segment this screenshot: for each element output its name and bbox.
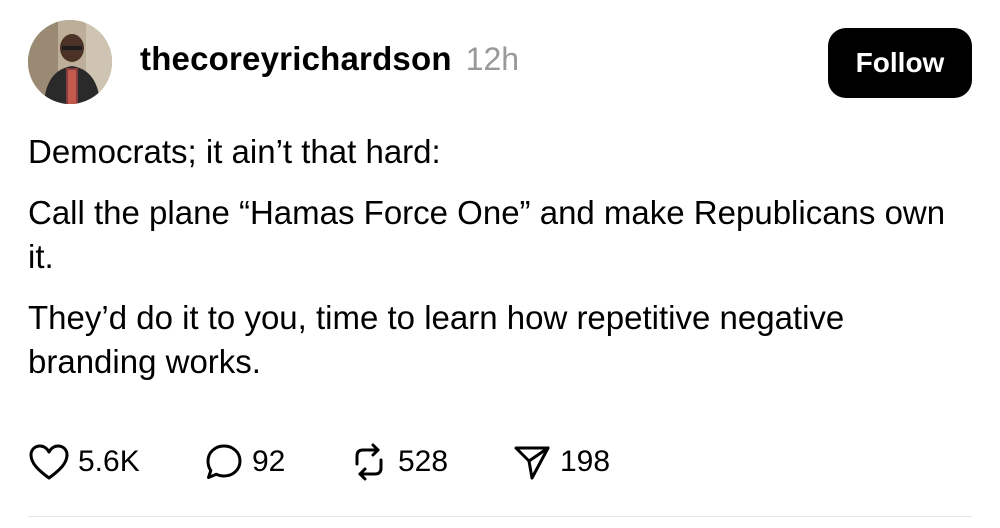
post-header: thecoreyrichardson 12h [140, 40, 519, 88]
reply-count: 92 [252, 445, 286, 478]
divider [28, 516, 972, 517]
share-button[interactable]: 198 [512, 442, 632, 482]
action-bar: 5.6K 92 528 198 [28, 440, 632, 484]
post-body: Democrats; it ain’t that hard: Call the … [28, 130, 968, 401]
post-paragraph: Democrats; it ain’t that hard: [28, 133, 441, 170]
like-count: 5.6K [78, 445, 140, 478]
share-count: 198 [560, 445, 611, 478]
speech-bubble-icon [206, 444, 242, 479]
repost-button[interactable]: 528 [348, 442, 512, 482]
follow-button[interactable]: Follow [828, 28, 972, 98]
like-button[interactable]: 5.6K [28, 443, 204, 481]
post-paragraph: Call the plane “Hamas Force One” and mak… [28, 194, 946, 275]
paper-plane-icon [514, 446, 550, 480]
post-card: thecoreyrichardson 12h Follow Democrats;… [0, 0, 1000, 528]
heart-icon [29, 444, 69, 480]
repost-count: 528 [398, 445, 449, 478]
avatar-photo [28, 20, 112, 104]
avatar[interactable] [28, 20, 112, 104]
post-timestamp: 12h [465, 41, 520, 77]
post-paragraph: They’d do it to you, time to learn how r… [28, 299, 845, 380]
username-link[interactable]: thecoreyrichardson [140, 40, 452, 78]
reply-button[interactable]: 92 [204, 442, 348, 482]
repost-arrows-icon [355, 443, 383, 481]
